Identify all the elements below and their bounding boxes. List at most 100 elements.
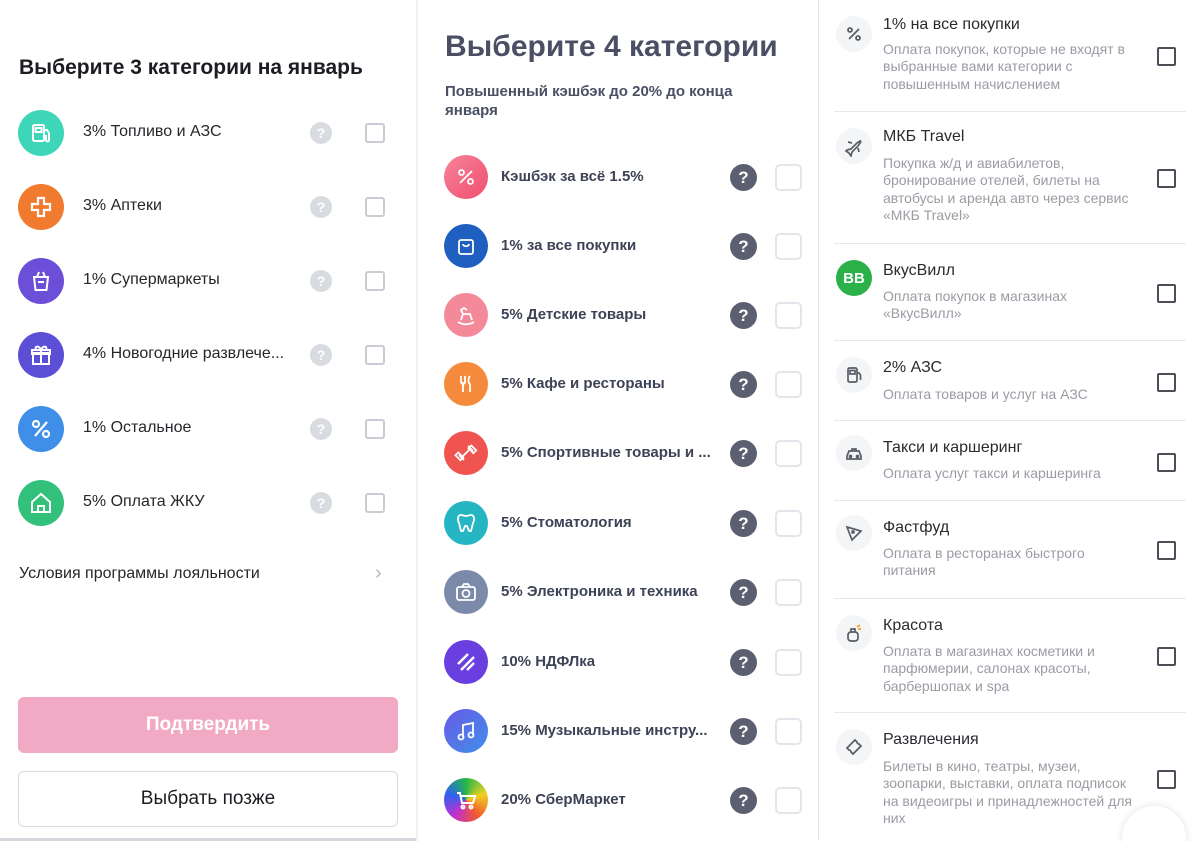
category-name: 1% на все покупки [883, 16, 1020, 33]
category-checkbox[interactable] [775, 233, 802, 260]
help-icon[interactable]: ? [730, 233, 757, 260]
category-item-beauty[interactable]: Красота Оплата в магазинах косметики и п… [834, 599, 1186, 713]
category-checkbox[interactable] [365, 197, 385, 217]
fork-knife-icon [444, 362, 488, 406]
fuel-pump-icon [18, 110, 64, 156]
category-checkbox[interactable] [1157, 284, 1176, 303]
category-checkbox[interactable] [1157, 169, 1176, 188]
category-label: 3% Топливо и АЗС [83, 123, 222, 140]
pharmacy-cross-icon [18, 184, 64, 230]
category-checkbox[interactable] [365, 345, 385, 365]
category-row-fuel[interactable]: 3% Топливо и АЗС ? [0, 110, 416, 160]
help-icon[interactable]: ? [310, 196, 332, 218]
category-row-newyear[interactable]: 4% Новогодние развлече... ? [0, 332, 416, 382]
category-checkbox[interactable] [365, 419, 385, 439]
category-label: 1% Супермаркеты [83, 271, 220, 288]
category-checkbox[interactable] [1157, 770, 1176, 789]
category-checkbox[interactable] [1157, 541, 1176, 560]
category-description: Билеты в кино, театры, музеи, зоопарки, … [883, 758, 1133, 827]
category-row-supermarkets[interactable]: 1% Супермаркеты ? [0, 258, 416, 308]
percent-icon [836, 16, 872, 52]
category-checkbox[interactable] [775, 371, 802, 398]
help-icon[interactable]: ? [730, 371, 757, 398]
category-row-other[interactable]: 1% Остальное ? [0, 406, 416, 456]
help-icon[interactable]: ? [730, 440, 757, 467]
category-checkbox[interactable] [365, 271, 385, 291]
loyalty-terms-link[interactable]: Условия программы лояльности [19, 565, 260, 583]
category-checkbox[interactable] [365, 493, 385, 513]
category-label: 5% Электроника и техника [501, 583, 698, 600]
help-icon[interactable]: ? [730, 787, 757, 814]
help-icon[interactable]: ? [310, 270, 332, 292]
category-name: Развлечения [883, 731, 979, 748]
category-label: 5% Спортивные товары и ... [501, 444, 711, 461]
category-name: МКБ Travel [883, 128, 965, 145]
category-checkbox[interactable] [775, 302, 802, 329]
category-row-ndfl[interactable]: 10% НДФЛка ? [418, 640, 820, 690]
category-checkbox[interactable] [1157, 47, 1176, 66]
rocking-horse-icon [444, 293, 488, 337]
category-checkbox[interactable] [775, 579, 802, 606]
category-item-fastfood[interactable]: Фастфуд Оплата в ресторанах быстрого пит… [834, 501, 1186, 599]
panel-subtitle: Повышенный кэшбэк до 20% до конца января [445, 83, 733, 119]
category-item-mkb-travel[interactable]: МКБ Travel Покупка ж/д и авиабилетов, бр… [834, 112, 1186, 244]
category-checkbox[interactable] [365, 123, 385, 143]
category-row-music[interactable]: 15% Музыкальные инстру... ? [418, 709, 820, 759]
category-label: 5% Детские товары [501, 306, 647, 323]
category-item-all-purchases[interactable]: 1% на все покупки Оплата покупок, которы… [834, 12, 1186, 112]
help-icon[interactable]: ? [730, 579, 757, 606]
airplane-icon [836, 128, 872, 164]
help-icon[interactable]: ? [730, 649, 757, 676]
taxi-car-icon [836, 435, 872, 471]
category-label: 4% Новогодние развлече... [83, 345, 285, 362]
help-icon[interactable]: ? [730, 302, 757, 329]
category-item-gas-station[interactable]: 2% АЗС Оплата товаров и услуг на АЗС [834, 341, 1186, 421]
category-label: 5% Оплата ЖКУ [83, 493, 205, 510]
help-icon[interactable]: ? [730, 164, 757, 191]
category-row-dentistry[interactable]: 5% Стоматология ? [418, 501, 820, 551]
help-icon[interactable]: ? [310, 344, 332, 366]
help-icon[interactable]: ? [730, 718, 757, 745]
category-checkbox[interactable] [1157, 647, 1176, 666]
category-label: 20% СберМаркет [501, 791, 626, 808]
category-description: Оплата покупок, которые не входят в выбр… [883, 41, 1125, 92]
help-icon[interactable]: ? [310, 122, 332, 144]
category-checkbox[interactable] [1157, 453, 1176, 472]
panel-title: Выберите 4 категории [445, 30, 778, 63]
category-row-cashback-all[interactable]: Кэшбэк за всё 1.5% ? [418, 155, 820, 205]
category-row-pharmacy[interactable]: 3% Аптеки ? [0, 184, 416, 234]
category-row-utilities[interactable]: 5% Оплата ЖКУ ? [0, 480, 416, 530]
category-checkbox[interactable] [775, 718, 802, 745]
help-icon[interactable]: ? [310, 418, 332, 440]
category-row-electronics[interactable]: 5% Электроника и техника ? [418, 570, 820, 620]
category-row-all-purchases[interactable]: 1% за все покупки ? [418, 224, 820, 274]
category-label: 5% Стоматология [501, 514, 632, 531]
help-icon[interactable]: ? [730, 510, 757, 537]
help-icon[interactable]: ? [310, 492, 332, 514]
divider [818, 0, 819, 841]
category-item-vkusvill[interactable]: BB ВкусВилл Оплата покупок в магазинах «… [834, 244, 1186, 341]
category-name: Фастфуд [883, 519, 950, 536]
category-label: 15% Музыкальные инстру... [501, 722, 708, 739]
category-label: 5% Кафе и рестораны [501, 375, 665, 392]
category-row-cafe[interactable]: 5% Кафе и рестораны ? [418, 362, 820, 412]
category-row-sbermarket[interactable]: 20% СберМаркет ? [418, 778, 820, 828]
category-checkbox[interactable] [1157, 373, 1176, 392]
category-name: Такси и каршеринг [883, 439, 1023, 456]
category-description: Оплата товаров и услуг на АЗС [883, 386, 1088, 402]
category-name: ВкусВилл [883, 262, 955, 279]
music-note-icon [444, 709, 488, 753]
tooth-icon [444, 501, 488, 545]
category-row-sports[interactable]: 5% Спортивные товары и ... ? [418, 431, 820, 481]
category-checkbox[interactable] [775, 510, 802, 537]
choose-later-button[interactable]: Выбрать позже [18, 771, 398, 827]
percent-icon [18, 406, 64, 452]
category-checkbox[interactable] [775, 440, 802, 467]
category-item-taxi[interactable]: Такси и каршеринг Оплата услуг такси и к… [834, 421, 1186, 501]
category-checkbox[interactable] [775, 164, 802, 191]
category-checkbox[interactable] [775, 649, 802, 676]
category-checkbox[interactable] [775, 787, 802, 814]
category-row-kids[interactable]: 5% Детские товары ? [418, 293, 820, 343]
chevron-right-icon[interactable]: › [375, 562, 382, 585]
confirm-button[interactable]: Подтвердить [18, 697, 398, 753]
